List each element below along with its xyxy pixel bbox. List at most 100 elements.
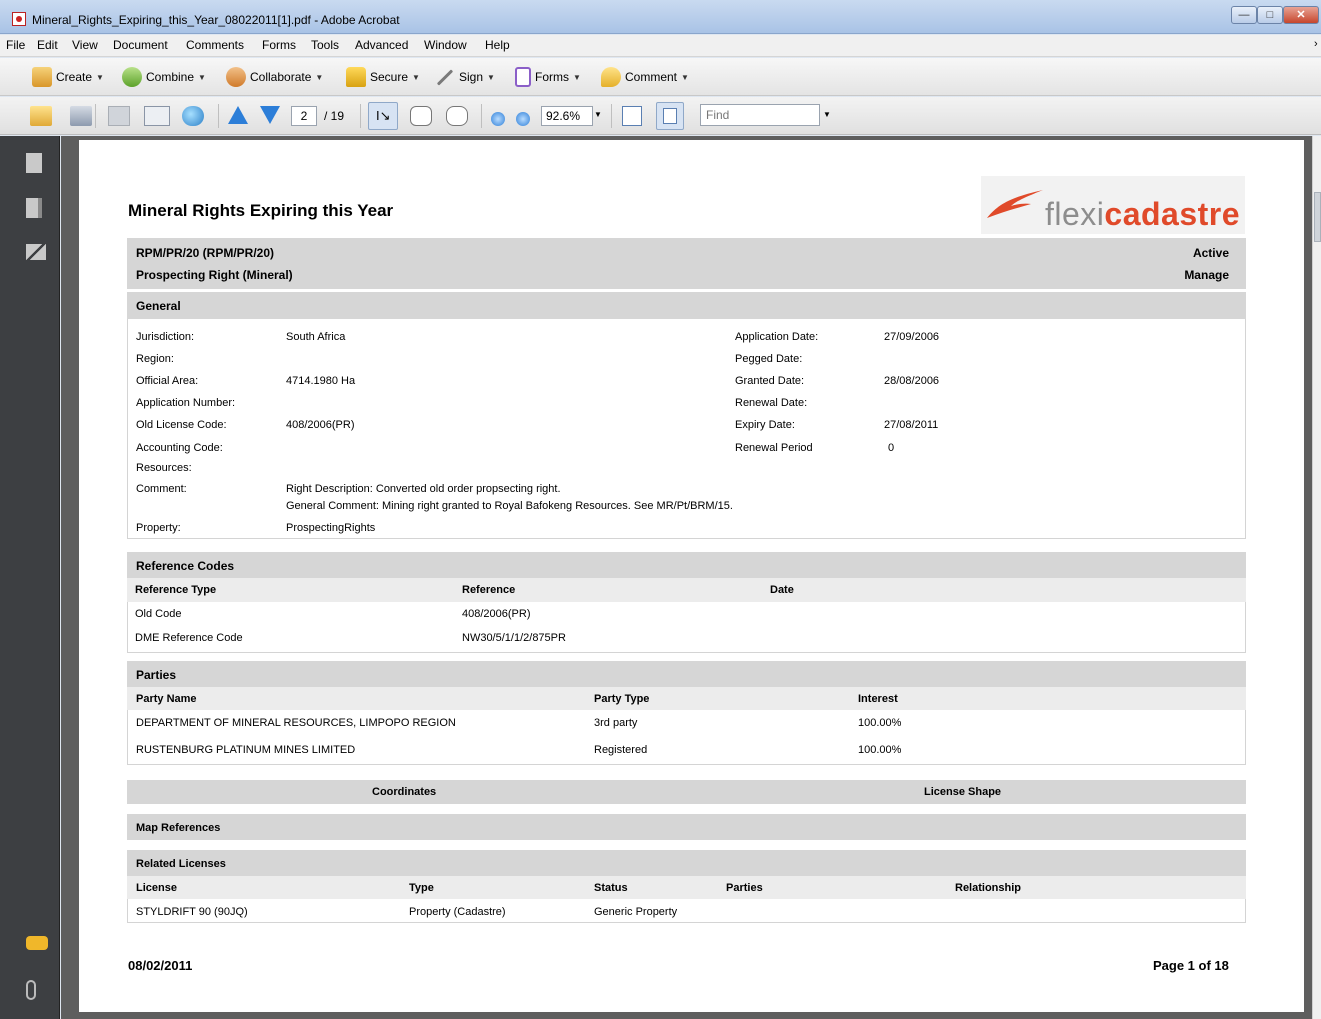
field-value: 0 <box>888 442 895 454</box>
parties-heading: Parties <box>136 668 177 682</box>
comments-panel-icon[interactable] <box>26 936 48 950</box>
page-navigation-toolbar: I↘ <box>0 97 1321 135</box>
column-header: Type <box>409 882 434 894</box>
secure-label: Secure <box>370 70 409 84</box>
maximize-button[interactable]: □ <box>1257 6 1283 24</box>
comment-label: Comment <box>625 70 678 84</box>
menu-help[interactable]: Help <box>485 38 510 52</box>
map-references-header: Map References <box>127 814 1246 840</box>
email-icon[interactable] <box>144 106 170 126</box>
report-date: 08/02/2011 <box>128 958 193 973</box>
signatures-panel-icon[interactable] <box>26 244 46 260</box>
menu-tools[interactable]: Tools <box>311 38 339 52</box>
vertical-scrollbar[interactable] <box>1312 136 1321 1019</box>
create-label: Create <box>56 70 93 84</box>
property-label: Property: <box>136 522 181 534</box>
find-input[interactable]: Find <box>700 104 820 126</box>
collaborate-button[interactable]: Collaborate ▼ <box>226 66 323 88</box>
column-header: Reference Type <box>135 584 217 596</box>
field-value: 4714.1980 Ha <box>286 375 356 387</box>
menu-comments[interactable]: Comments <box>186 38 244 52</box>
close-button[interactable]: ✕ <box>1283 6 1319 24</box>
table-cell: RUSTENBURG PLATINUM MINES LIMITED <box>136 744 356 756</box>
zoom-out-icon[interactable] <box>491 112 505 126</box>
menu-window[interactable]: Window <box>424 38 467 52</box>
reference-codes-column-header: Reference Type Reference Date <box>127 578 1246 602</box>
marquee-zoom-icon[interactable] <box>446 106 468 126</box>
zoom-in-icon[interactable] <box>516 112 530 126</box>
paperclip-icon[interactable] <box>26 980 36 1000</box>
menu-view[interactable]: View <box>72 38 98 52</box>
fit-page-icon[interactable] <box>656 102 684 130</box>
table-cell: Registered <box>594 744 648 756</box>
column-header: Party Type <box>594 693 650 705</box>
logo-swoosh-icon <box>987 190 1043 218</box>
field-label: Official Area: <box>136 375 199 387</box>
manage-link[interactable]: Manage <box>1184 268 1229 282</box>
chevron-down-icon: ▼ <box>487 72 495 82</box>
sign-label: Sign <box>459 70 484 84</box>
title-bar: Mineral_Rights_Expiring_this_Year_080220… <box>0 0 1321 34</box>
comment-button[interactable]: Comment ▼ <box>601 66 689 88</box>
create-button[interactable]: Create ▼ <box>32 66 104 88</box>
chevron-down-icon: ▼ <box>315 72 324 82</box>
field-value: 28/08/2006 <box>884 375 940 387</box>
field-value: South Africa <box>286 331 346 343</box>
lock-icon <box>346 67 366 87</box>
comment-line: General Comment: Mining right granted to… <box>286 500 733 512</box>
field-label: Accounting Code: <box>136 442 223 454</box>
column-header: Reference <box>462 584 516 596</box>
menu-overflow-icon[interactable]: › <box>1314 38 1318 50</box>
field-value: 27/09/2006 <box>884 331 940 343</box>
save-icon[interactable] <box>108 106 130 126</box>
status-badge: Active <box>1192 246 1229 260</box>
menu-document[interactable]: Document <box>113 38 168 52</box>
combine-label: Combine <box>146 70 195 84</box>
field-label: Renewal Period <box>735 442 813 454</box>
table-cell: NW30/5/1/1/2/875PR <box>462 632 566 644</box>
pages-panel-icon[interactable] <box>26 153 42 173</box>
menu-bar: File Edit View Document Comments Forms T… <box>0 35 1321 57</box>
scrollbar-thumb[interactable] <box>1314 192 1321 242</box>
column-header: Status <box>594 882 628 894</box>
chevron-down-icon[interactable]: ▼ <box>594 110 602 119</box>
open-folder-icon[interactable] <box>30 106 52 126</box>
chevron-down-icon[interactable]: ▼ <box>823 110 831 119</box>
table-cell: 100.00% <box>858 744 902 756</box>
license-shape-heading: License Shape <box>924 786 1002 798</box>
toolbar-divider <box>611 104 612 128</box>
column-header: Party Name <box>136 693 197 705</box>
table-cell: Old Code <box>135 608 182 620</box>
toolbar-divider <box>481 104 482 128</box>
select-tool-icon[interactable]: I↘ <box>368 102 398 130</box>
page-number-input[interactable]: 2 <box>291 106 317 126</box>
menu-forms[interactable]: Forms <box>262 38 296 52</box>
scrolling-mode-icon[interactable] <box>622 106 642 126</box>
zoom-level-input[interactable]: 92.6% <box>541 106 593 126</box>
navigation-pane <box>0 136 60 1019</box>
next-page-icon[interactable] <box>260 106 280 124</box>
hand-tool-icon[interactable] <box>410 106 432 126</box>
comment-icon <box>601 67 621 87</box>
menu-advanced[interactable]: Advanced <box>355 38 408 52</box>
menu-edit[interactable]: Edit <box>37 38 58 52</box>
secure-button[interactable]: Secure ▼ <box>346 66 420 88</box>
toolbar-divider <box>95 104 96 128</box>
forms-button[interactable]: Forms ▼ <box>515 66 581 88</box>
minimize-button[interactable]: — <box>1231 6 1257 24</box>
window-title: Mineral_Rights_Expiring_this_Year_080220… <box>32 13 400 27</box>
forms-icon <box>515 67 531 87</box>
browser-icon[interactable] <box>182 106 204 126</box>
previous-page-icon[interactable] <box>228 106 248 124</box>
print-icon[interactable] <box>70 106 92 126</box>
document-title: Mineral Rights Expiring this Year <box>128 201 394 220</box>
table-cell: Property (Cadastre) <box>409 906 506 918</box>
menu-file[interactable]: File <box>6 38 25 52</box>
chevron-down-icon: ▼ <box>198 72 206 82</box>
bookmarks-panel-icon[interactable] <box>26 198 42 218</box>
combine-button[interactable]: Combine ▼ <box>122 66 206 88</box>
field-label: Renewal Date: <box>735 397 808 409</box>
sign-button[interactable]: Sign ▼ <box>435 66 495 88</box>
chevron-down-icon: ▼ <box>573 72 581 82</box>
logo-wordmark: flexicadastre <box>1045 196 1241 232</box>
